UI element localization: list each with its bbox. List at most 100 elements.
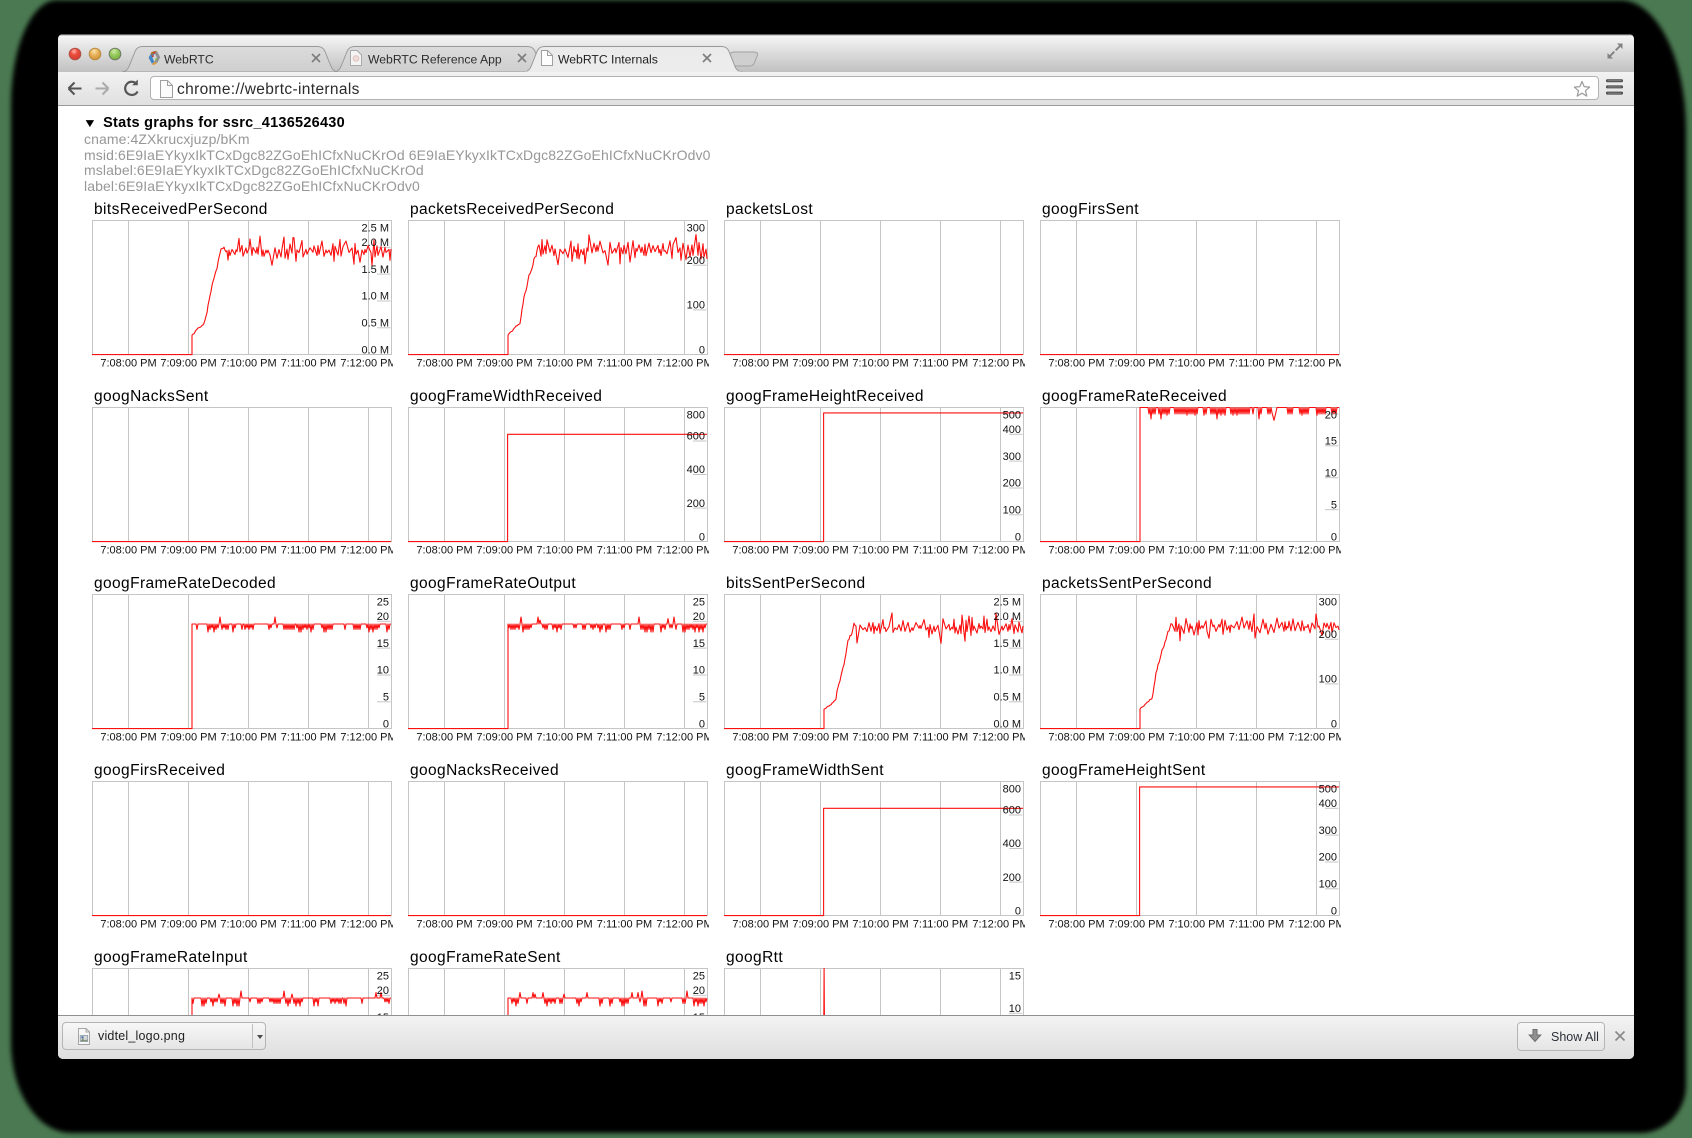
svg-text:0.5 M: 0.5 M (993, 692, 1021, 704)
svg-text:400: 400 (1003, 838, 1021, 850)
svg-text:7:08:00 PM: 7:08:00 PM (732, 545, 788, 557)
svg-text:7:10:00 PM: 7:10:00 PM (852, 919, 908, 931)
svg-text:0: 0 (1331, 531, 1337, 543)
svg-text:7:09:00 PM: 7:09:00 PM (160, 358, 216, 370)
svg-text:5: 5 (383, 692, 389, 704)
svg-text:200: 200 (1319, 852, 1337, 864)
svg-text:0.5 M: 0.5 M (361, 318, 389, 330)
svg-text:7:10:00 PM: 7:10:00 PM (1168, 919, 1224, 931)
svg-text:800: 800 (1003, 783, 1021, 795)
svg-text:100: 100 (1319, 879, 1337, 891)
svg-text:7:09:00 PM: 7:09:00 PM (160, 919, 216, 931)
svg-text:20: 20 (377, 985, 389, 997)
svg-text:7:08:00 PM: 7:08:00 PM (1048, 732, 1104, 744)
svg-text:7:10:00 PM: 7:10:00 PM (852, 545, 908, 557)
svg-text:7:10:00 PM: 7:10:00 PM (536, 732, 592, 744)
svg-text:7:11:00 PM: 7:11:00 PM (1229, 545, 1284, 557)
svg-text:0.0 M: 0.0 M (361, 344, 389, 356)
svg-text:500: 500 (1319, 783, 1337, 795)
svg-text:7:12:00 PM: 7:12:00 PM (972, 732, 1025, 744)
svg-text:7:11:00 PM: 7:11:00 PM (1229, 358, 1284, 370)
svg-text:15: 15 (693, 638, 705, 650)
svg-text:7:12:00 PM: 7:12:00 PM (972, 545, 1025, 557)
svg-text:20: 20 (377, 611, 389, 623)
svg-text:7:09:00 PM: 7:09:00 PM (1108, 919, 1164, 931)
svg-text:300: 300 (1003, 451, 1021, 463)
svg-text:7:09:00 PM: 7:09:00 PM (1108, 358, 1164, 370)
svg-text:25: 25 (377, 970, 389, 982)
svg-text:7:09:00 PM: 7:09:00 PM (476, 358, 532, 370)
svg-text:7:11:00 PM: 7:11:00 PM (597, 358, 652, 370)
svg-text:0: 0 (1015, 531, 1021, 543)
svg-text:10: 10 (693, 665, 705, 677)
svg-text:7:09:00 PM: 7:09:00 PM (792, 358, 848, 370)
svg-text:7:08:00 PM: 7:08:00 PM (732, 732, 788, 744)
svg-text:0: 0 (699, 718, 705, 730)
svg-text:200: 200 (687, 498, 705, 510)
svg-text:300: 300 (1319, 596, 1337, 608)
svg-text:0: 0 (1331, 718, 1337, 730)
svg-text:7:12:00 PM: 7:12:00 PM (1288, 732, 1341, 744)
svg-text:7:10:00 PM: 7:10:00 PM (220, 358, 276, 370)
svg-text:7:11:00 PM: 7:11:00 PM (913, 919, 968, 931)
svg-text:7:10:00 PM: 7:10:00 PM (536, 545, 592, 557)
svg-text:300: 300 (687, 222, 705, 234)
svg-text:7:10:00 PM: 7:10:00 PM (1168, 732, 1224, 744)
svg-text:7:12:00 PM: 7:12:00 PM (656, 732, 709, 744)
svg-text:1.0 M: 1.0 M (993, 665, 1021, 677)
svg-text:7:08:00 PM: 7:08:00 PM (1048, 919, 1104, 931)
svg-text:20: 20 (693, 985, 705, 997)
svg-text:200: 200 (687, 255, 705, 267)
svg-text:1.5 M: 1.5 M (993, 638, 1021, 650)
svg-text:7:11:00 PM: 7:11:00 PM (597, 919, 652, 931)
svg-text:2.0 M: 2.0 M (993, 611, 1021, 623)
svg-text:7:08:00 PM: 7:08:00 PM (732, 919, 788, 931)
svg-text:7:09:00 PM: 7:09:00 PM (476, 919, 532, 931)
svg-text:0.0 M: 0.0 M (993, 718, 1021, 730)
svg-text:7:08:00 PM: 7:08:00 PM (416, 919, 472, 931)
svg-text:7:10:00 PM: 7:10:00 PM (852, 358, 908, 370)
svg-text:WebRTC Reference App: WebRTC Reference App (368, 53, 502, 67)
svg-text:7:11:00 PM: 7:11:00 PM (281, 732, 336, 744)
svg-text:7:08:00 PM: 7:08:00 PM (100, 545, 156, 557)
svg-text:7:10:00 PM: 7:10:00 PM (1168, 545, 1224, 557)
svg-text:7:08:00 PM: 7:08:00 PM (1048, 358, 1104, 370)
svg-text:5: 5 (1331, 499, 1337, 511)
svg-text:200: 200 (1319, 629, 1337, 641)
svg-text:7:10:00 PM: 7:10:00 PM (220, 732, 276, 744)
svg-text:600: 600 (687, 431, 705, 443)
svg-text:10: 10 (377, 665, 389, 677)
svg-text:600: 600 (1003, 805, 1021, 817)
svg-text:7:11:00 PM: 7:11:00 PM (913, 358, 968, 370)
svg-text:25: 25 (693, 970, 705, 982)
svg-text:7:11:00 PM: 7:11:00 PM (281, 545, 336, 557)
svg-text:7:08:00 PM: 7:08:00 PM (416, 545, 472, 557)
svg-text:7:11:00 PM: 7:11:00 PM (597, 732, 652, 744)
svg-text:1.0 M: 1.0 M (361, 291, 389, 303)
svg-text:400: 400 (687, 464, 705, 476)
svg-text:7:09:00 PM: 7:09:00 PM (1108, 545, 1164, 557)
svg-text:100: 100 (687, 300, 705, 312)
svg-text:WebRTC Internals: WebRTC Internals (558, 53, 658, 67)
svg-text:7:10:00 PM: 7:10:00 PM (1168, 358, 1224, 370)
svg-text:7:12:00 PM: 7:12:00 PM (656, 358, 709, 370)
svg-text:25: 25 (693, 596, 705, 608)
svg-text:7:09:00 PM: 7:09:00 PM (792, 545, 848, 557)
svg-text:0: 0 (699, 531, 705, 543)
svg-text:2.5 M: 2.5 M (361, 222, 389, 234)
svg-text:0: 0 (1331, 905, 1337, 917)
svg-text:2.5 M: 2.5 M (993, 596, 1021, 608)
svg-text:7:09:00 PM: 7:09:00 PM (160, 545, 216, 557)
svg-text:7:12:00 PM: 7:12:00 PM (972, 358, 1025, 370)
svg-text:7:11:00 PM: 7:11:00 PM (1229, 919, 1284, 931)
svg-text:0: 0 (699, 344, 705, 356)
svg-text:7:11:00 PM: 7:11:00 PM (281, 919, 336, 931)
svg-text:5: 5 (699, 692, 705, 704)
svg-text:200: 200 (1003, 872, 1021, 884)
svg-text:7:09:00 PM: 7:09:00 PM (792, 732, 848, 744)
svg-text:7:12:00 PM: 7:12:00 PM (340, 358, 393, 370)
svg-text:7:08:00 PM: 7:08:00 PM (732, 358, 788, 370)
svg-text:7:09:00 PM: 7:09:00 PM (792, 919, 848, 931)
svg-text:7:08:00 PM: 7:08:00 PM (100, 732, 156, 744)
svg-text:7:08:00 PM: 7:08:00 PM (416, 358, 472, 370)
